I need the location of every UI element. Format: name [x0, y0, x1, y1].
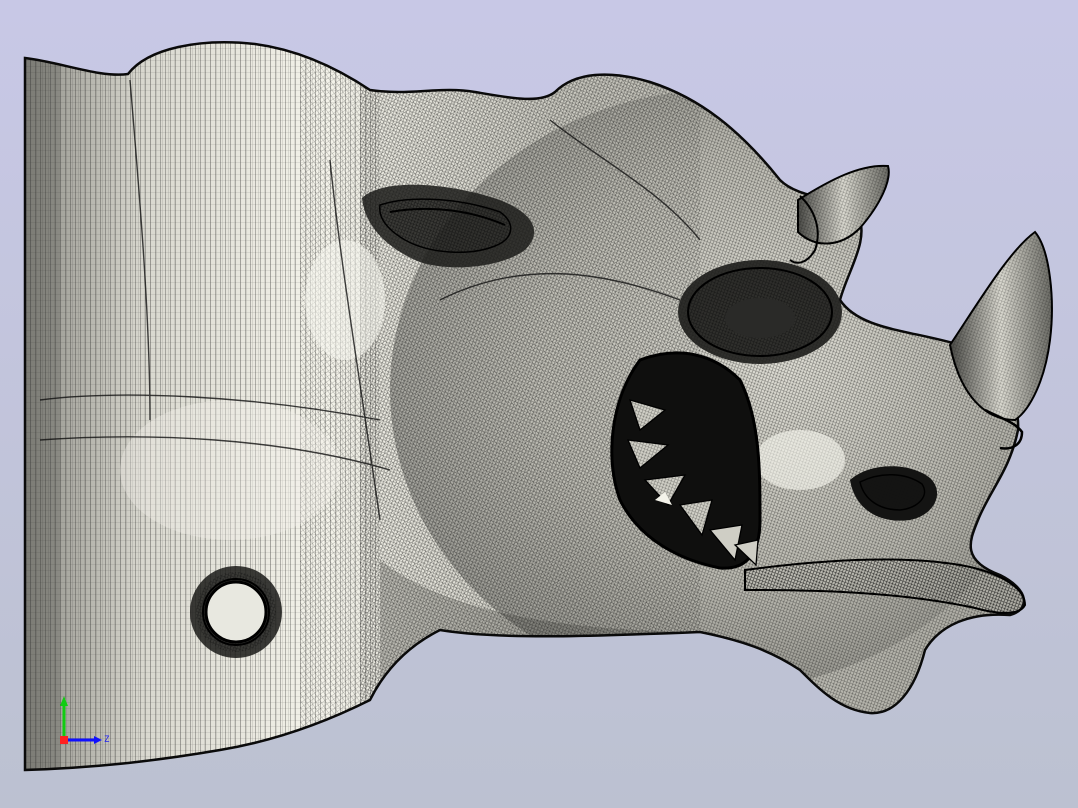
axis-triad[interactable]: Z [52, 684, 114, 750]
x-axis-arrow [94, 736, 102, 744]
mesh-wireframe [25, 42, 1024, 770]
triad-origin [60, 736, 68, 744]
z-axis-label: Z [104, 735, 110, 745]
ear[interactable] [678, 260, 842, 364]
y-axis-arrow [60, 696, 68, 706]
neck-hole[interactable] [190, 566, 282, 658]
mesh-model[interactable] [0, 0, 1078, 808]
3d-viewport[interactable]: Z [0, 0, 1078, 808]
